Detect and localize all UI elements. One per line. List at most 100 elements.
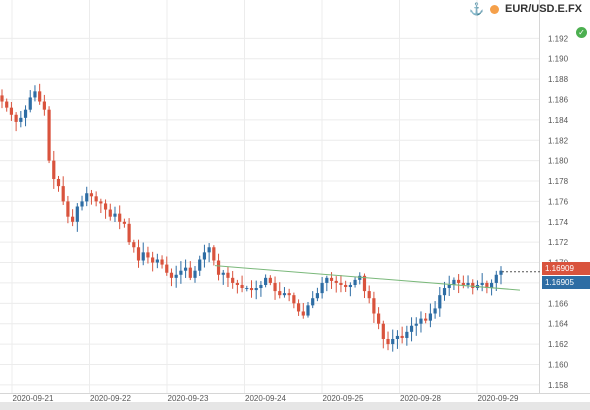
y-tick-label: 1.186 <box>548 95 569 104</box>
candle-body <box>372 298 376 314</box>
candle-body <box>377 313 381 324</box>
candle-body <box>273 282 277 292</box>
candle-body <box>61 186 65 202</box>
candle-body <box>52 160 56 179</box>
anchor-icon[interactable]: ⚓ <box>469 3 484 15</box>
chart-canvas[interactable]: 1.192 1.190 1.188 1.186 1.184 1.182 1.180 1.178… <box>0 0 590 410</box>
candle-body <box>249 288 254 291</box>
y-tick-label: 1.184 <box>548 116 569 125</box>
candle-body <box>94 196 98 202</box>
candle-body <box>155 259 159 263</box>
candle-body <box>103 203 108 210</box>
candle-body <box>136 247 141 261</box>
candle-body <box>146 252 150 258</box>
candle-body <box>348 284 352 288</box>
candle-body <box>85 193 89 202</box>
candle-body <box>19 117 23 122</box>
candle-body <box>23 109 28 118</box>
candle-body <box>400 335 404 338</box>
candle-body <box>391 338 395 345</box>
candle-body <box>264 277 268 285</box>
candle-body <box>433 308 437 314</box>
candle-body <box>296 303 301 312</box>
candle-body <box>202 252 207 260</box>
candle-body <box>424 318 428 321</box>
candle-body <box>282 293 287 296</box>
candle-body <box>315 293 320 299</box>
candle-body <box>334 280 338 283</box>
candle-body <box>80 201 84 207</box>
candle-body <box>466 282 470 285</box>
candle-body <box>38 91 42 102</box>
candle-body <box>254 288 258 291</box>
y-tick-label: 1.160 <box>548 360 569 369</box>
candle-body <box>494 274 498 283</box>
candle-body <box>353 279 357 285</box>
candle-body <box>221 272 225 275</box>
candle-body <box>381 323 385 339</box>
candle-body <box>132 242 136 248</box>
candle-body <box>311 298 315 306</box>
candle-body <box>367 291 371 299</box>
candle-body <box>188 267 192 278</box>
chart-header: ⚓ EUR/USD.E.FX <box>469 0 590 18</box>
candle-body <box>151 257 155 263</box>
y-tick-label: 1.176 <box>548 197 569 206</box>
candle-body <box>160 259 164 265</box>
y-tick-label: 1.182 <box>548 136 569 145</box>
candle-body <box>179 270 183 275</box>
candle-body <box>438 295 442 309</box>
candle-body <box>183 267 188 271</box>
candle-body <box>71 216 75 222</box>
symbol-label: EUR/USD.E.FX <box>504 3 582 15</box>
candle-body <box>457 279 461 283</box>
candle-body <box>339 282 343 285</box>
candle-body <box>447 284 451 289</box>
candle-body <box>89 193 94 197</box>
candle-body <box>198 259 202 271</box>
candle-body <box>47 109 51 161</box>
candle-body <box>5 101 9 108</box>
candle-body <box>301 311 305 316</box>
candle-body <box>193 270 197 278</box>
candlestick-chart[interactable]: 1.192 1.190 1.188 1.186 1.184 1.182 1.180 1.178… <box>0 0 590 410</box>
candle-body <box>419 318 423 324</box>
candle-body <box>0 95 4 102</box>
candle-body <box>320 282 324 294</box>
candle-body <box>226 272 230 278</box>
time-scrollbar[interactable] <box>0 402 590 410</box>
candle-body <box>207 247 211 253</box>
candle-body <box>386 338 390 345</box>
candle-body <box>329 277 334 281</box>
candle-body <box>306 305 310 316</box>
y-tick-label: 1.174 <box>548 218 569 227</box>
candle-body <box>42 101 46 110</box>
y-tick-label: 1.164 <box>548 320 569 329</box>
y-tick-label: 1.188 <box>548 75 569 84</box>
candle-body <box>405 331 409 338</box>
candle-body <box>268 277 272 283</box>
y-tick-label: 1.190 <box>548 55 569 64</box>
candle-body <box>471 282 475 289</box>
candle-body <box>414 323 418 326</box>
candle-body <box>33 91 37 98</box>
y-tick-label: 1.192 <box>548 34 569 43</box>
ask-price-tag: 1.16905 <box>542 276 590 289</box>
y-tick-label: 1.158 <box>548 381 569 390</box>
candle-body <box>428 313 432 321</box>
candle-body <box>344 284 348 288</box>
candle-body <box>141 252 145 261</box>
candle-body <box>127 223 131 243</box>
candle-body <box>174 274 178 278</box>
candle-body <box>122 221 126 224</box>
candle-body <box>216 260 221 275</box>
candle-body <box>292 295 296 304</box>
candle-body <box>212 247 216 261</box>
candle-body <box>409 325 414 332</box>
candle-body <box>56 178 61 187</box>
candle-body <box>14 114 18 122</box>
candle-body <box>108 209 112 217</box>
bid-price-tag: 1.16909 <box>542 262 590 275</box>
candle-body <box>325 277 329 283</box>
candle-body <box>259 284 263 289</box>
